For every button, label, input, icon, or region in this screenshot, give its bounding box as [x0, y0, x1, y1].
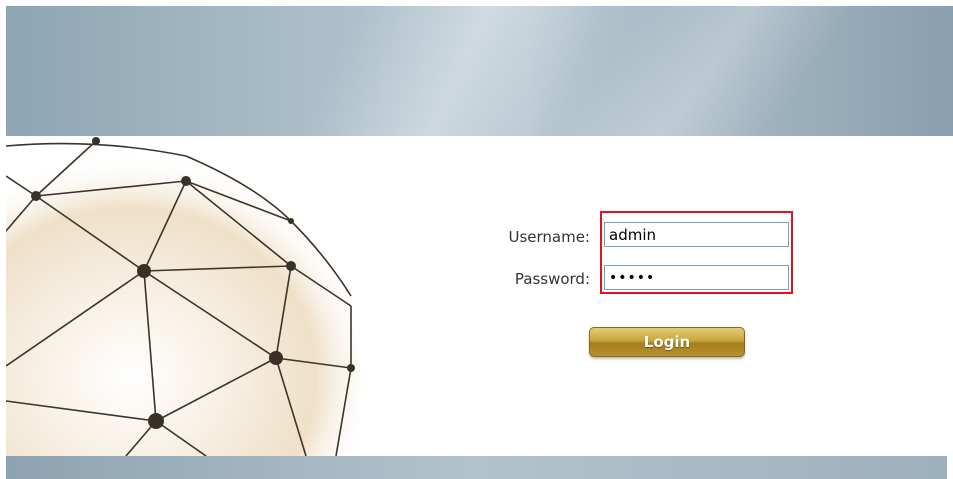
password-label: Password: — [514, 270, 590, 288]
login-button[interactable]: Login — [589, 327, 745, 357]
header-banner — [6, 6, 953, 136]
geodesic-globe-graphic — [6, 136, 361, 456]
login-panel — [6, 136, 953, 456]
username-label: Username: — [508, 228, 590, 246]
footer-bar — [6, 456, 947, 479]
username-input[interactable] — [604, 222, 789, 247]
password-input[interactable] — [604, 265, 789, 290]
